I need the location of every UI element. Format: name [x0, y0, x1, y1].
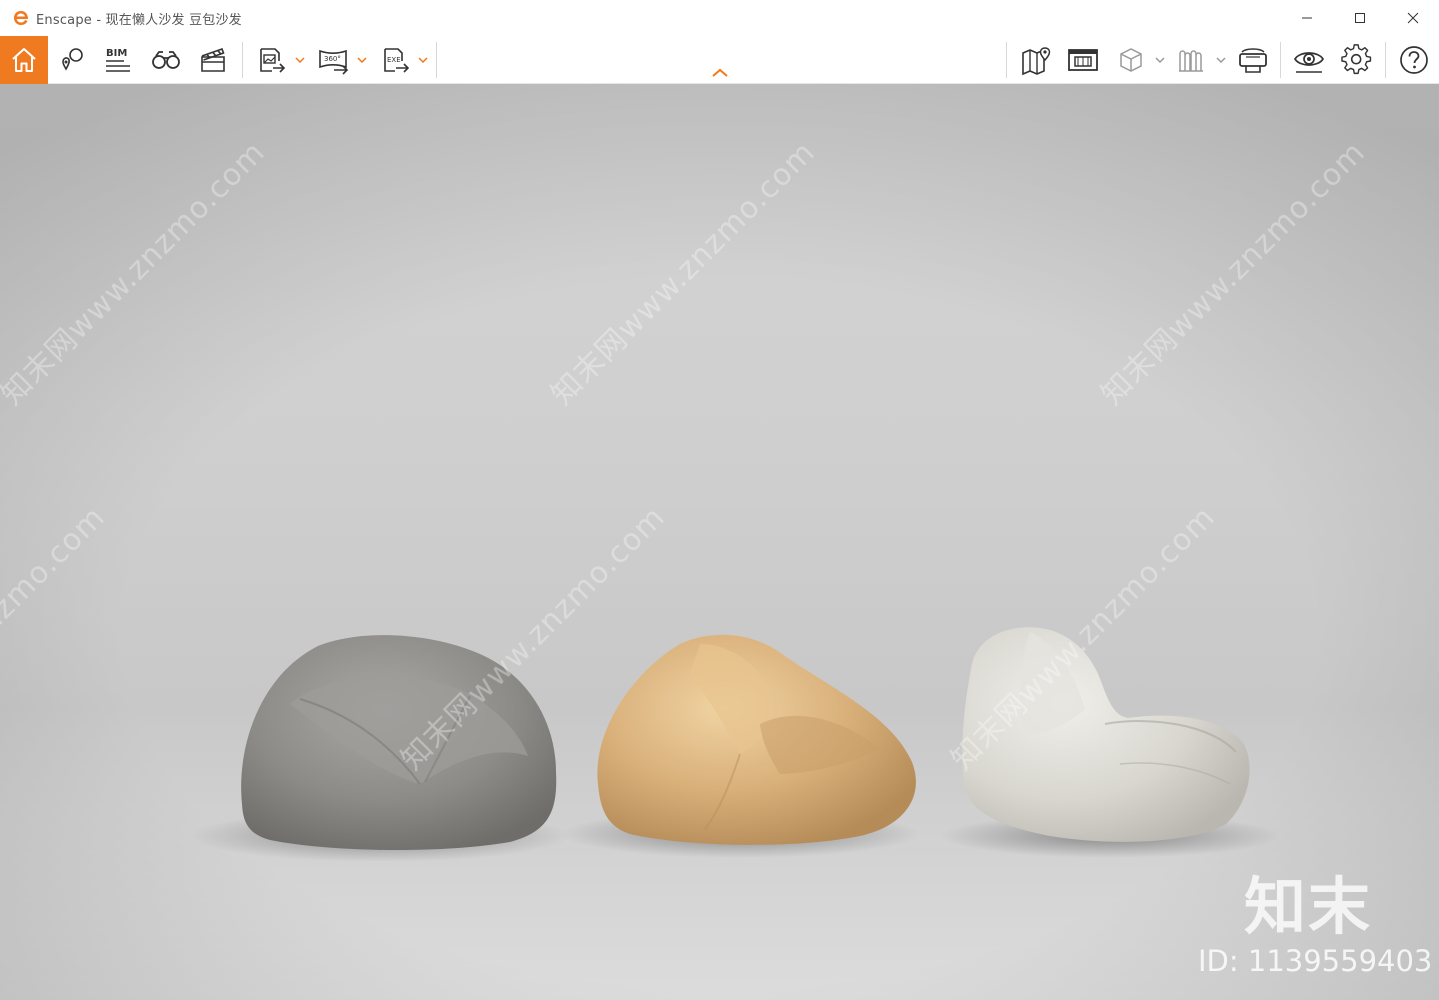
window-title: Enscape - 现在懒人沙发 豆包沙发	[36, 12, 242, 28]
chevron-down-icon	[357, 57, 367, 63]
exe-export-icon: EXE	[384, 48, 410, 73]
export-exe-dropdown[interactable]	[418, 56, 428, 64]
chevron-down-icon	[418, 57, 428, 63]
bim-button[interactable]: BIM	[98, 36, 138, 84]
views-button[interactable]	[52, 36, 92, 84]
exe-label: EXE	[387, 56, 401, 64]
export-image-dropdown[interactable]	[295, 56, 305, 64]
chevron-up-icon	[712, 68, 728, 77]
panorama-export-icon: 360°	[319, 49, 349, 75]
collapse-toolbar-button[interactable]	[709, 66, 731, 80]
vr-headset-icon	[1239, 48, 1267, 73]
export-panorama-dropdown[interactable]	[357, 56, 367, 64]
export-exe-button[interactable]: EXE	[375, 36, 415, 84]
home-icon	[12, 48, 36, 72]
white-lounger	[962, 627, 1250, 842]
title-bar: Enscape - 现在懒人沙发 豆包沙发	[0, 0, 1439, 36]
toolbar-separator	[242, 42, 243, 78]
image-id-label: ID: 1139559403	[1198, 944, 1433, 978]
cube-icon	[1120, 48, 1142, 72]
chevron-down-icon	[295, 57, 305, 63]
ar-button[interactable]	[1171, 36, 1211, 84]
image-export-icon	[260, 48, 286, 73]
cube-dropdown[interactable]	[1155, 56, 1165, 64]
maximize-icon	[1354, 13, 1365, 23]
home-button[interactable]	[0, 36, 48, 84]
maximize-button[interactable]	[1333, 0, 1386, 36]
chevron-down-icon	[1155, 57, 1165, 63]
brand-watermark: 知末	[1244, 870, 1373, 943]
toolbar-separator	[1280, 42, 1281, 78]
ar-dropdown[interactable]	[1216, 56, 1226, 64]
close-button[interactable]	[1386, 0, 1439, 36]
screen-button[interactable]	[1062, 36, 1104, 84]
export-image-button[interactable]	[251, 36, 291, 84]
settings-button[interactable]	[1336, 36, 1378, 84]
bim-icon: BIM	[106, 48, 130, 72]
minimize-button[interactable]	[1280, 0, 1333, 36]
clapperboard-icon	[201, 47, 225, 72]
bim-label: BIM	[106, 48, 127, 59]
screen-icon	[1068, 49, 1098, 71]
window-controls	[1280, 0, 1439, 36]
binoculars-icon	[152, 51, 180, 69]
map-icon	[1022, 47, 1051, 76]
panorama-label: 360°	[324, 55, 341, 63]
pin-icon	[62, 48, 83, 71]
help-icon	[1400, 46, 1428, 74]
visual-settings-button[interactable]	[1288, 36, 1330, 84]
export-panorama-button[interactable]: 360°	[312, 36, 354, 84]
toolbar: BIM 360° EXE	[0, 36, 1439, 84]
close-icon	[1407, 12, 1418, 24]
vr-headset-button[interactable]	[1232, 36, 1274, 84]
cube-button[interactable]	[1111, 36, 1151, 84]
gear-icon	[1341, 44, 1372, 75]
yellow-beanbag	[597, 634, 916, 845]
help-button[interactable]	[1394, 36, 1434, 84]
toolbar-separator	[436, 42, 437, 78]
map-button[interactable]	[1015, 36, 1057, 84]
ar-icon	[1179, 50, 1203, 72]
chevron-down-icon	[1216, 57, 1226, 63]
grey-beanbag	[241, 635, 557, 851]
minimize-icon	[1301, 17, 1312, 19]
toolbar-separator	[1385, 42, 1386, 78]
binoculars-button[interactable]	[146, 36, 186, 84]
video-editor-button[interactable]	[193, 36, 233, 84]
toolbar-separator	[1006, 42, 1007, 78]
enscape-logo-icon	[10, 7, 32, 29]
render-scene	[190, 627, 1280, 862]
render-viewport[interactable]: 知末网www.znzmo.com 知末网www.znzmo.com 知末网www…	[0, 84, 1439, 1000]
eye-icon	[1293, 52, 1325, 73]
